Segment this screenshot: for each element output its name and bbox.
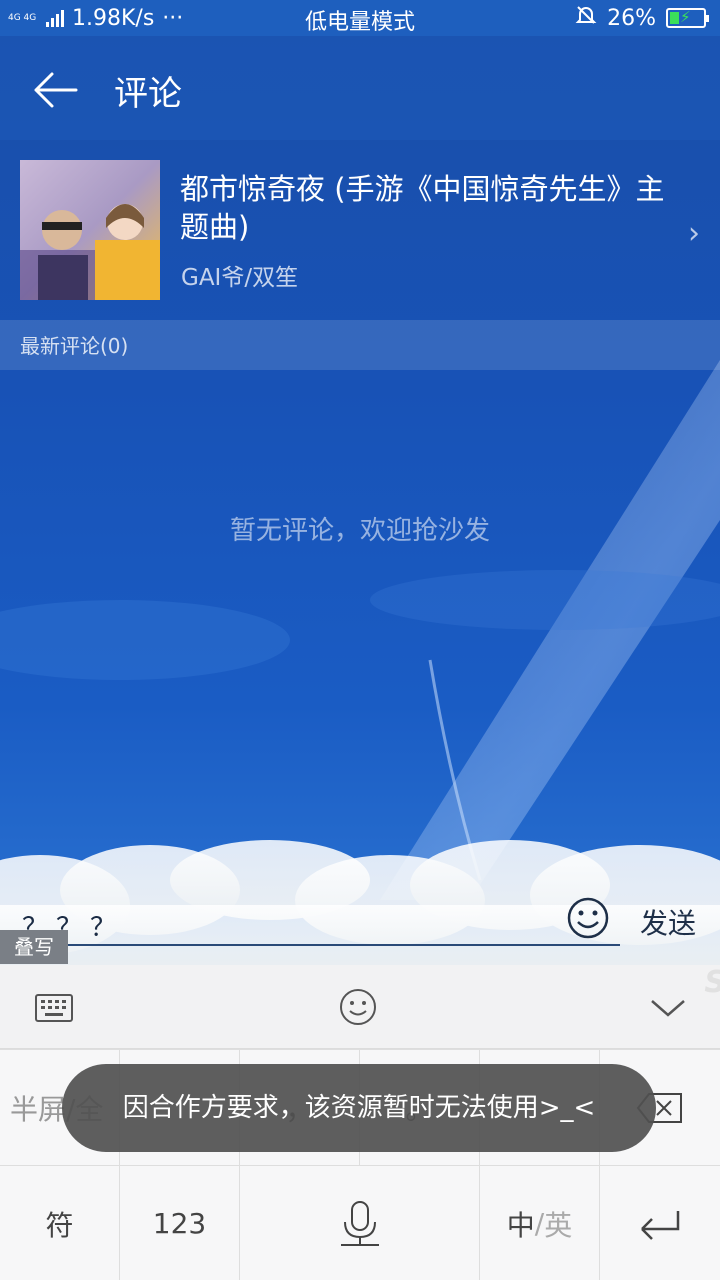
smiley-icon — [340, 989, 376, 1025]
song-artist: GAI爷/双笙 — [181, 265, 299, 291]
album-cover[interactable] — [20, 160, 160, 300]
keyboard-emoji-button[interactable] — [336, 985, 380, 1029]
numbers-key[interactable]: 123 — [120, 1165, 240, 1280]
page-title: 评论 — [114, 74, 182, 114]
keyboard-switch-button[interactable] — [32, 985, 76, 1029]
back-button[interactable] — [28, 66, 84, 114]
signal-icon — [46, 9, 64, 27]
more-indicator: ··· — [162, 5, 184, 31]
sogou-logo: S — [704, 965, 720, 1000]
battery-percent: 26% — [607, 5, 656, 31]
microphone-icon — [340, 1200, 379, 1246]
network-speed: 1.98K/s — [72, 5, 155, 31]
top-app-bar: 评论 — [0, 36, 720, 140]
symbols-key[interactable]: 符 — [0, 1165, 120, 1280]
toast-message: 因合作方要求，该资源暂时无法使用>_< — [62, 1064, 656, 1152]
keyboard-row-bottom: 符 123 中 / 英 — [0, 1165, 720, 1280]
emoji-button[interactable] — [566, 896, 610, 940]
song-title: 都市惊奇夜 (手游《中国惊奇先生》主题曲) — [180, 172, 665, 244]
chevron-right-icon: › — [688, 216, 700, 251]
hide-keyboard-button[interactable] — [646, 985, 690, 1029]
lang-separator: / — [534, 1207, 545, 1240]
network-type-icon: 4G 4G — [8, 12, 37, 23]
latest-comments-header: 最新评论(0) — [0, 320, 720, 370]
enter-key[interactable] — [600, 1165, 720, 1280]
lang-en-label: 英 — [544, 1208, 573, 1242]
smiley-icon — [567, 897, 609, 939]
bell-off-icon — [575, 4, 597, 32]
arrow-left-icon — [34, 72, 78, 108]
keyboard-toolbar: S — [0, 965, 720, 1049]
empty-comments-message: 暂无评论，欢迎抢沙发 — [229, 516, 490, 546]
keyboard-icon — [35, 994, 73, 1022]
send-button[interactable]: 发送 — [640, 902, 696, 942]
song-card[interactable]: 都市惊奇夜 (手游《中国惊奇先生》主题曲) GAI爷/双笙 › — [0, 140, 720, 320]
comment-composer: 发送 — [0, 890, 720, 950]
chevron-down-icon — [651, 1000, 685, 1017]
comment-input[interactable] — [20, 906, 620, 946]
voice-input-key[interactable] — [240, 1165, 480, 1280]
enter-icon — [641, 1210, 680, 1240]
language-toggle-key[interactable]: 中 / 英 — [480, 1165, 600, 1280]
lang-zh-label: 中 — [506, 1208, 535, 1242]
overlay-write-tag[interactable]: 叠写 — [0, 930, 68, 964]
status-bar: 4G 4G 1.98K/s ··· 低电量模式 26% ⚡ — [0, 0, 720, 36]
battery-icon: ⚡ — [666, 8, 709, 28]
